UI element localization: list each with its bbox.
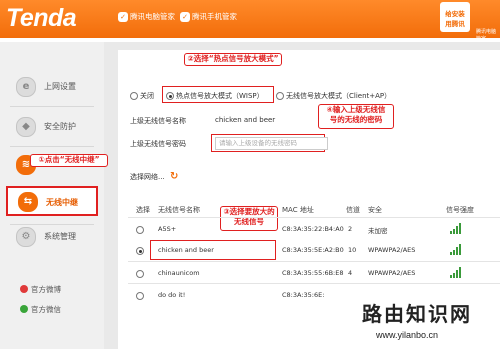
step2-callout: ②选择“热点信号放大模式” <box>184 53 282 66</box>
mode-client-label: 无线信号放大模式（Client+AP） <box>286 92 392 100</box>
mode-off-label: 关闭 <box>140 92 154 100</box>
sidebar-item-system[interactable]: ⚙ 系统管理 <box>6 222 98 250</box>
gear-icon: ⚙ <box>16 227 36 247</box>
row-security: 未加密 <box>368 227 388 235</box>
step4-line2: 号的无线的密码 <box>329 115 383 124</box>
col-header-mac: MAC 地址 <box>282 206 314 214</box>
row-mac: C8:3A:35:55:6B:E8 <box>282 269 344 277</box>
signal-strength-icon <box>450 267 464 278</box>
row-security: WPAWPA2/AES <box>368 246 416 254</box>
row-select-radio[interactable] <box>136 270 144 278</box>
ssid-value: chicken and beer <box>215 116 276 124</box>
row-mac: C8:3A:35:6E: <box>282 291 325 299</box>
qr-line2: 用腾讯 <box>445 20 465 28</box>
mode-wisp-label: 热点信号放大模式（WISP） <box>176 92 264 100</box>
step4-line1: ④输入上级无线信 <box>326 105 386 114</box>
step1-callout: ①点击“无线中继” <box>30 154 108 167</box>
col-header-channel: 信道 <box>346 206 360 214</box>
sidebar-divider <box>10 146 94 147</box>
weibo-icon <box>20 285 28 293</box>
scan-label: 选择网络... <box>130 173 165 181</box>
row-channel: 10 <box>348 246 357 254</box>
row-mac: C8:3A:35:22:B4:A0 <box>282 225 344 233</box>
row-channel: 4 <box>348 269 353 277</box>
row-ssid: chinaunicom <box>158 269 200 277</box>
password-input[interactable]: 请输入上级设备的无线密码 <box>215 137 328 150</box>
ssid-label: 上级无线信号名称 <box>130 117 186 125</box>
step3-line1: ③选择要放大的 <box>223 207 275 216</box>
mobile-manager-icon: ✓ <box>180 12 190 22</box>
table-row-selected[interactable]: chicken and beer C8:3A:35:5E:A2:B0 10 WP… <box>128 239 500 261</box>
row-security: WPAWPA2/AES <box>368 269 416 277</box>
qr-line1: 给安装 <box>445 10 465 18</box>
refresh-icon[interactable]: ↻ <box>170 171 178 182</box>
row-mac: C8:3A:35:5E:A2:B0 <box>282 246 344 254</box>
watermark-url: www.yilanbo.cn <box>376 330 439 340</box>
sidebar-item-internet[interactable]: e 上网设置 <box>6 72 98 100</box>
signal-strength-icon <box>450 223 464 234</box>
col-header-signal: 信号强度 <box>446 206 474 214</box>
wechat-label: 官方微信 <box>31 305 61 314</box>
row-ssid: do do it! <box>158 291 186 299</box>
col-header-select: 选择 <box>136 206 150 214</box>
col-header-security: 安全 <box>368 206 382 214</box>
step4-callout: ④输入上级无线信 号的无线的密码 <box>318 104 394 129</box>
password-label: 上级无线信号密码 <box>130 140 186 148</box>
pc-manager-icon: ✓ <box>118 12 128 22</box>
sidebar-item-label: 安全防护 <box>44 122 76 131</box>
mode-wisp-radio[interactable] <box>166 92 174 100</box>
pc-manager-link[interactable]: 腾讯电脑管家 <box>130 12 175 22</box>
wechat-link[interactable]: 官方微信 <box>20 304 61 315</box>
sidebar-item-security[interactable]: ◆ 安全防护 <box>6 112 98 140</box>
sidebar-item-label: 系统管理 <box>44 232 76 241</box>
sidebar-item-label: 无线中继 <box>46 198 78 207</box>
row-select-radio[interactable] <box>136 226 144 234</box>
sidebar: e 上网设置 ◆ 安全防护 ≋ ⇆ 无线中继 ⚙ 系统管理 官方微博 官方微信 <box>0 42 104 349</box>
shield-icon: ◆ <box>16 117 36 137</box>
mode-client-radio[interactable] <box>276 92 284 100</box>
mobile-manager-link[interactable]: 腾讯手机管家 <box>192 12 237 22</box>
weibo-label: 官方微博 <box>31 285 61 294</box>
row-select-radio[interactable] <box>136 247 144 255</box>
weibo-link[interactable]: 官方微博 <box>20 284 61 295</box>
sidebar-divider <box>10 106 94 107</box>
row-ssid: chicken and beer <box>158 246 214 254</box>
col-header-ssid: 无线信号名称 <box>158 206 200 214</box>
table-row[interactable]: chinaunicom C8:3A:35:55:6B:E8 4 WPAWPA2/… <box>128 261 500 284</box>
relay-icon: ⇆ <box>18 192 38 212</box>
mode-off-radio[interactable] <box>130 92 138 100</box>
wechat-icon <box>20 305 28 313</box>
table-row[interactable]: A5S+ C8:3A:35:22:B4:A0 2 未加密 <box>128 217 500 240</box>
row-select-radio[interactable] <box>136 292 144 300</box>
sidebar-item-wireless-relay[interactable]: ⇆ 无线中继 <box>6 186 98 216</box>
internet-icon: e <box>16 77 36 97</box>
tenda-logo[interactable]: Tenda <box>6 4 77 33</box>
row-ssid: A5S+ <box>158 225 177 233</box>
row-channel: 2 <box>348 225 353 233</box>
watermark-title: 路由知识网 <box>362 302 472 326</box>
sidebar-item-label: 上网设置 <box>44 82 76 91</box>
qr-badge[interactable]: 给安装 用腾讯 <box>440 2 470 32</box>
signal-strength-icon <box>450 244 464 255</box>
